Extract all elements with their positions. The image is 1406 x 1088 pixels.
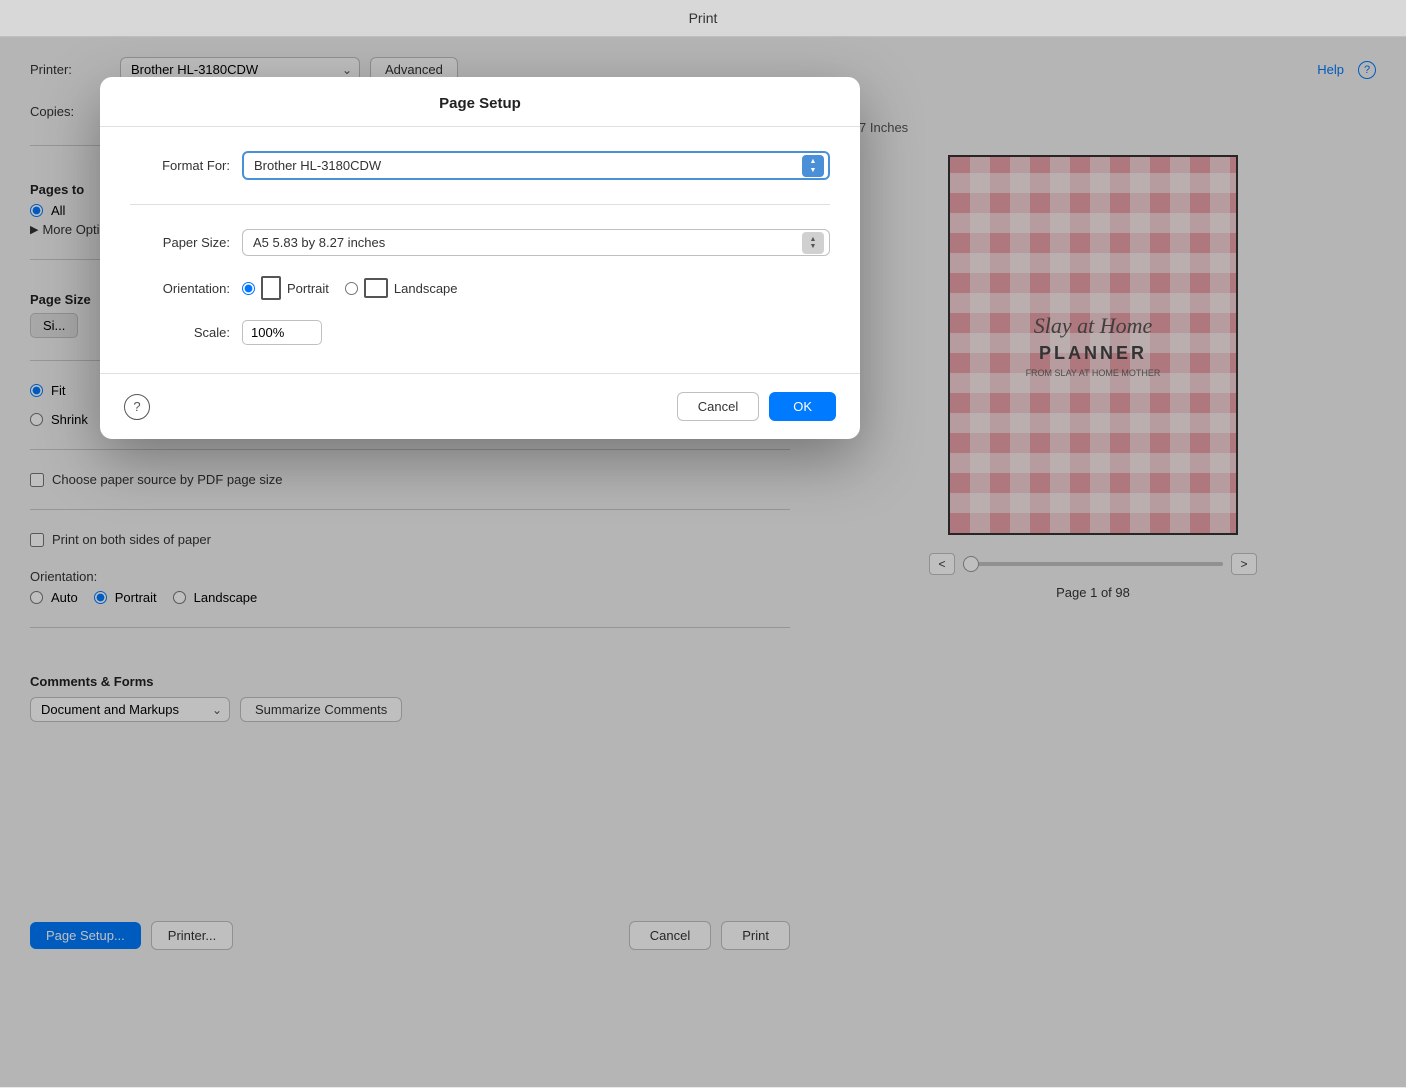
paper-size-row: Paper Size: A5 5.83 by 8.27 inches: [130, 229, 830, 256]
format-for-label: Format For:: [130, 158, 230, 173]
scale-label: Scale:: [130, 325, 230, 340]
format-for-row: Format For: Brother HL-3180CDW: [130, 151, 830, 180]
orientation-row: Orientation: Portrait Landscape: [130, 276, 830, 300]
window-title: Print: [689, 10, 718, 26]
paper-size-modal-select[interactable]: A5 5.83 by 8.27 inches: [242, 229, 830, 256]
portrait-modal-label: Portrait: [287, 281, 329, 296]
portrait-option: Portrait: [242, 276, 329, 300]
paper-size-modal-label: Paper Size:: [130, 235, 230, 250]
modal-body: Format For: Brother HL-3180CDW Paper Siz…: [100, 127, 860, 369]
scale-row: Scale:: [130, 320, 830, 345]
landscape-icon: [364, 278, 388, 298]
scale-input[interactable]: [242, 320, 322, 345]
orientation-modal-label: Orientation:: [130, 281, 230, 296]
orientation-group: Portrait Landscape: [242, 276, 458, 300]
portrait-icon: [261, 276, 281, 300]
landscape-modal-radio[interactable]: [345, 282, 358, 295]
format-for-select-wrapper[interactable]: Brother HL-3180CDW: [242, 151, 830, 180]
page-setup-modal: Page Setup Format For: Brother HL-3180CD…: [100, 77, 860, 439]
modal-title: Page Setup: [100, 77, 860, 127]
modal-overlay: Page Setup Format For: Brother HL-3180CD…: [0, 37, 1406, 1087]
landscape-option: Landscape: [345, 278, 458, 298]
modal-actions: Cancel OK: [677, 392, 836, 421]
modal-help-button[interactable]: ?: [124, 394, 150, 420]
landscape-modal-label: Landscape: [394, 281, 458, 296]
modal-separator-1: [130, 204, 830, 205]
print-dialog: Printer: Brother HL-3180CDW Advanced Hel…: [0, 37, 1406, 1087]
title-bar: Print: [0, 0, 1406, 37]
modal-separator-bottom: [100, 373, 860, 374]
modal-footer: ? Cancel OK: [100, 378, 860, 439]
paper-size-select-wrapper[interactable]: A5 5.83 by 8.27 inches: [242, 229, 830, 256]
portrait-modal-radio[interactable]: [242, 282, 255, 295]
format-for-select[interactable]: Brother HL-3180CDW: [242, 151, 830, 180]
modal-cancel-button[interactable]: Cancel: [677, 392, 759, 421]
modal-ok-button[interactable]: OK: [769, 392, 836, 421]
